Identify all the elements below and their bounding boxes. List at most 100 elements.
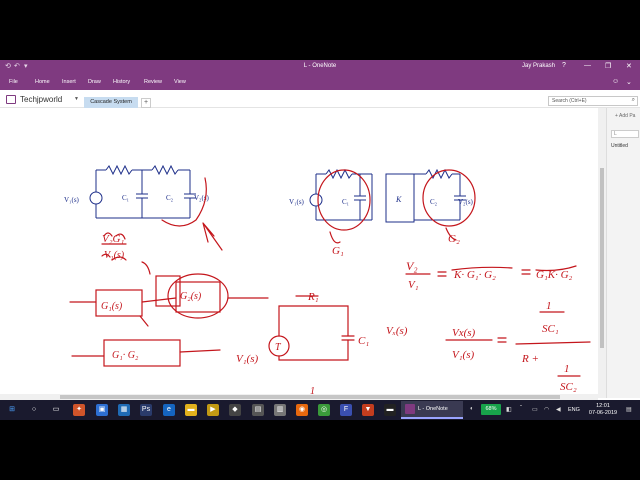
search-icon[interactable]: ⌕: [632, 97, 635, 104]
share-icon[interactable]: ☺: [612, 78, 619, 85]
c1-label-left: C₁: [122, 194, 129, 202]
chevron-down-icon[interactable]: ▼: [74, 96, 79, 102]
notebook-bar: Techjpworld ▼ Cascade System + Search (C…: [0, 90, 640, 108]
tab-insert[interactable]: Insert: [62, 79, 76, 85]
page-canvas[interactable]: V₁(s) C₁ C₂ V₂(s) V₁(s) C₁ K C₂ V₂(s) V₂…: [0, 108, 598, 420]
c2-label-right: C₂: [430, 198, 438, 206]
terminal-icon[interactable]: ▬: [384, 404, 396, 416]
tray-icon[interactable]: ˆ: [520, 406, 522, 412]
svg-text:1: 1: [564, 363, 570, 375]
svg-text:K· G₁· G₂: K· G₁· G₂: [453, 269, 496, 281]
tab-draw[interactable]: Draw: [88, 79, 101, 85]
vertical-scrollbar[interactable]: [598, 108, 606, 398]
circuit-right: [309, 168, 466, 223]
search-input[interactable]: Search (Ctrl+E) ⌕: [548, 96, 638, 106]
title-bar: ⟲ ↶ ▾ L - OneNote Jay Prakash ? — ❐ ✕: [0, 60, 640, 74]
app-icon-1[interactable]: ✦: [73, 404, 85, 416]
svg-text:Vₓ(s): Vₓ(s): [386, 325, 408, 337]
language-indicator[interactable]: ENG: [568, 407, 580, 413]
maximize-button[interactable]: ❐: [605, 62, 611, 70]
media-icon[interactable]: ▶: [207, 404, 219, 416]
svg-text:V₁: V₁: [408, 279, 419, 291]
svg-text:1: 1: [546, 300, 552, 312]
svg-text:G₁(s): G₁(s): [101, 301, 123, 312]
photoshop-icon[interactable]: Ps: [140, 404, 152, 416]
tab-home[interactable]: Home: [35, 79, 50, 85]
close-button[interactable]: ✕: [626, 62, 632, 70]
vin-label-right: V₁(s): [289, 198, 305, 206]
svg-text:G₂: G₂: [448, 233, 460, 245]
app-icon-3[interactable]: ▦: [118, 404, 130, 416]
svg-text:V₁(s): V₁(s): [452, 349, 474, 361]
volume-icon[interactable]: ◀: [556, 406, 561, 413]
search-icon[interactable]: ○: [28, 404, 40, 416]
tray-icon[interactable]: ◧: [506, 406, 512, 413]
page-item-untitled[interactable]: Untitled: [611, 143, 628, 149]
onenote-window: ⟲ ↶ ▾ L - OneNote Jay Prakash ? — ❐ ✕ Fi…: [0, 60, 640, 420]
vout-label-left: V₂(s): [194, 194, 210, 202]
task-view-icon[interactable]: ▭: [50, 404, 62, 416]
battery-icon[interactable]: ▭: [532, 406, 538, 413]
help-button[interactable]: ?: [562, 62, 566, 69]
svg-text:SC₂: SC₂: [560, 381, 577, 393]
taskbar-onenote[interactable]: L - OneNote: [401, 401, 463, 419]
clock-date: 07-06-2019: [588, 410, 618, 416]
tray-icon[interactable]: ◐: [470, 406, 474, 412]
handwritten-ink: [69, 169, 591, 420]
app-icon-6[interactable]: F: [340, 404, 352, 416]
add-section-button[interactable]: +: [141, 98, 151, 108]
search-placeholder: Search (Ctrl+E): [552, 98, 587, 104]
edge-icon[interactable]: e: [163, 404, 175, 416]
section-tab-cascade-system[interactable]: Cascade System: [84, 97, 138, 108]
clock-time: 12:01: [596, 403, 610, 409]
add-page-button[interactable]: + Add Pa: [615, 113, 635, 119]
notifications-icon[interactable]: ▤: [626, 406, 632, 413]
app-icon-2[interactable]: ▣: [96, 404, 108, 416]
k-label: K: [395, 195, 402, 204]
chrome-icon[interactable]: ◎: [318, 404, 330, 416]
circuit-left: [89, 164, 196, 219]
notebook-name[interactable]: Techjpworld: [20, 95, 62, 104]
brave-icon[interactable]: ▼: [362, 404, 374, 416]
vin-label-left: V₁(s): [64, 196, 80, 204]
vout-label-right: V₂(s): [458, 198, 474, 206]
c2-label-left: C₂: [166, 194, 174, 202]
svg-text:G₁· G₂: G₁· G₂: [112, 350, 139, 361]
ribbon-tabs: File Home Insert Draw History Review Vie…: [0, 74, 640, 90]
windows-taskbar: ⊞ ○ ▭ ✦ ▣ ▦ Ps e ▬ ▶ ◆ ▤ ▥ ◉ ◎ F ▼ ▬ L -…: [0, 400, 640, 420]
svg-text:V₁(s): V₁(s): [236, 353, 258, 365]
page-search-field[interactable]: L: [611, 130, 639, 138]
windows-start-icon[interactable]: ⊞: [6, 404, 18, 416]
user-name[interactable]: Jay Prakash: [522, 63, 555, 69]
app-icon-4[interactable]: ▤: [252, 404, 264, 416]
battery-indicator[interactable]: 68%: [481, 404, 501, 415]
svg-text:G₂(s): G₂(s): [180, 291, 202, 302]
onenote-icon: [405, 404, 415, 414]
file-explorer-icon[interactable]: ▬: [185, 404, 197, 416]
horizontal-scroll-thumb[interactable]: [60, 395, 560, 399]
svg-text:T: T: [275, 342, 282, 353]
svg-text:R₁: R₁: [307, 291, 319, 303]
ink-drawing: V₁(s) C₁ C₂ V₂(s) V₁(s) C₁ K C₂ V₂(s) V₂…: [64, 164, 591, 420]
ribbon-expand-icon[interactable]: ⌄: [626, 78, 632, 86]
svg-text:C₁: C₁: [358, 335, 369, 347]
pages-pane: + Add Pa L Untitled: [606, 108, 640, 398]
tab-file[interactable]: File: [9, 79, 18, 85]
svg-text:SC₁: SC₁: [542, 323, 559, 335]
svg-text:V₂: V₂: [406, 259, 418, 273]
c1-label-right: C₁: [342, 198, 349, 206]
svg-text:G₁K· G₂: G₁K· G₂: [536, 269, 573, 281]
firefox-icon[interactable]: ◉: [296, 404, 308, 416]
tab-review[interactable]: Review: [144, 79, 162, 85]
minimize-button[interactable]: —: [584, 62, 591, 69]
wifi-icon[interactable]: ◠: [544, 406, 549, 413]
app-icon-5[interactable]: ▥: [274, 404, 286, 416]
vertical-scroll-thumb[interactable]: [600, 168, 604, 348]
tab-view[interactable]: View: [174, 79, 186, 85]
ink-text: V₂G₁ V₁(s) G₁(s) G₂(s) G₁· G₂ R₁ T V₁(s)…: [101, 233, 577, 420]
tab-history[interactable]: History: [113, 79, 130, 85]
store-icon[interactable]: ◆: [229, 404, 241, 416]
svg-text:V₂G₁: V₂G₁: [102, 233, 124, 245]
system-clock[interactable]: 12:01 07-06-2019: [586, 403, 620, 417]
taskbar-onenote-label: L - OneNote: [418, 406, 448, 412]
